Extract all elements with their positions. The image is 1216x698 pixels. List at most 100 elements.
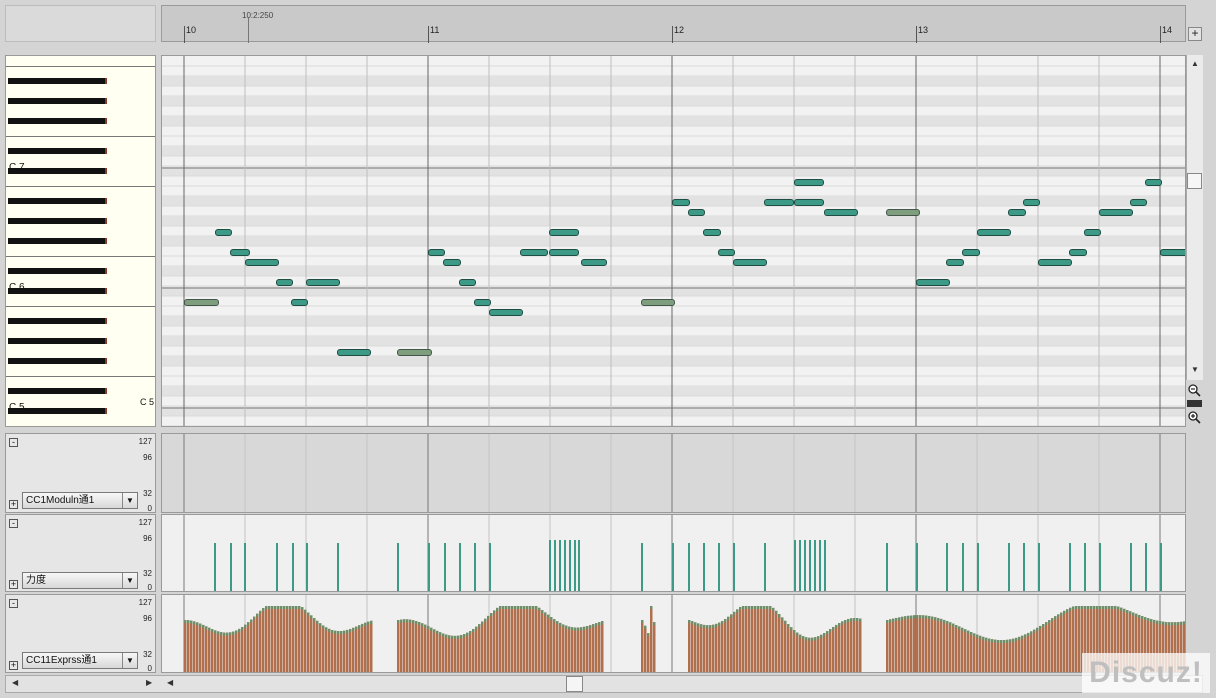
velocity-bar	[819, 540, 821, 591]
midi-note[interactable]	[1160, 249, 1185, 256]
midi-note[interactable]	[1130, 199, 1147, 206]
midi-note-selected[interactable]	[886, 209, 920, 216]
collapse-lane-button[interactable]: -	[9, 519, 18, 528]
add-lane-button[interactable]: +	[1188, 27, 1202, 41]
midi-note[interactable]	[306, 279, 340, 286]
midi-note[interactable]	[549, 249, 579, 256]
expression-bar-cap	[976, 634, 979, 638]
controller-select[interactable]: CC11Exprss通1 ▼	[22, 652, 138, 669]
cc11-expression-lane[interactable]	[161, 594, 1186, 673]
midi-note[interactable]	[245, 259, 279, 266]
black-key[interactable]	[8, 198, 107, 204]
vertical-scroll-thumb[interactable]	[1187, 173, 1202, 189]
black-key[interactable]	[8, 218, 107, 224]
horizontal-scroll-thumb[interactable]	[566, 676, 583, 692]
add-lane-small-button[interactable]: +	[9, 661, 18, 670]
add-lane-small-button[interactable]: +	[9, 500, 18, 509]
midi-note[interactable]	[703, 229, 721, 236]
expression-bar-cap	[715, 623, 718, 627]
expression-bar-cap	[1057, 614, 1060, 618]
controller-select[interactable]: 力度 ▼	[22, 572, 138, 589]
black-key[interactable]	[8, 98, 107, 104]
expression-bar-cap	[772, 607, 775, 611]
midi-note[interactable]	[962, 249, 980, 256]
midi-note[interactable]	[916, 279, 950, 286]
time-ruler[interactable]: 10:2:250 10 11 12 13 14	[161, 5, 1186, 43]
midi-note[interactable]	[230, 249, 250, 256]
scroll-down-arrow-icon[interactable]: ▼	[1191, 365, 1199, 374]
midi-note[interactable]	[1099, 209, 1133, 216]
zoom-slider[interactable]	[1187, 400, 1202, 407]
black-key[interactable]	[8, 148, 107, 154]
midi-note[interactable]	[824, 209, 858, 216]
scroll-left-arrow-icon[interactable]: ◀	[167, 678, 173, 687]
controller-select[interactable]: CC1Moduln通1 ▼	[22, 492, 138, 509]
midi-note-selected[interactable]	[641, 299, 675, 306]
midi-note[interactable]	[718, 249, 735, 256]
collapse-lane-button[interactable]: -	[9, 438, 18, 447]
midi-note[interactable]	[443, 259, 461, 266]
zoom-out-icon[interactable]	[1188, 384, 1201, 397]
midi-note[interactable]	[474, 299, 491, 306]
expression-bar-cap	[781, 617, 784, 621]
expression-bar-cap	[223, 632, 226, 636]
black-key[interactable]	[8, 338, 107, 344]
midi-note[interactable]	[946, 259, 964, 266]
octave-label: C 7	[9, 162, 25, 173]
velocity-lane[interactable]	[161, 514, 1186, 592]
scroll-left-arrow-icon[interactable]: ◀	[12, 678, 18, 687]
scroll-up-arrow-icon[interactable]: ▲	[1191, 59, 1199, 68]
midi-note[interactable]	[1145, 179, 1162, 186]
midi-note[interactable]	[520, 249, 548, 256]
vertical-scrollbar[interactable]: ▲ ▼	[1186, 55, 1203, 380]
midi-note-selected[interactable]	[184, 299, 219, 306]
midi-note[interactable]	[581, 259, 607, 266]
expression-bar	[577, 627, 580, 672]
black-key[interactable]	[8, 238, 107, 244]
midi-note[interactable]	[1008, 209, 1026, 216]
black-key[interactable]	[8, 388, 107, 394]
midi-note[interactable]	[337, 349, 371, 356]
expression-bar-cap	[817, 636, 820, 640]
scale-min: 0	[147, 664, 152, 673]
midi-note[interactable]	[1084, 229, 1101, 236]
midi-note[interactable]	[215, 229, 232, 236]
expression-bar-cap	[301, 607, 304, 611]
scroll-right-arrow-icon[interactable]: ▶	[146, 678, 152, 687]
midi-note[interactable]	[489, 309, 523, 316]
midi-note[interactable]	[549, 229, 579, 236]
piano-keyboard[interactable]: C 7 C 6 C 5 C 5	[5, 55, 156, 427]
zoom-in-icon[interactable]	[1188, 411, 1201, 424]
midi-note[interactable]	[428, 249, 445, 256]
black-key[interactable]	[8, 358, 107, 364]
midi-note[interactable]	[688, 209, 705, 216]
expression-bar	[415, 621, 418, 672]
note-grid[interactable]	[161, 55, 1186, 427]
midi-note[interactable]	[794, 199, 824, 206]
midi-note[interactable]	[1069, 249, 1087, 256]
midi-note-selected[interactable]	[397, 349, 432, 356]
midi-note[interactable]	[459, 279, 476, 286]
horizontal-scrollbar[interactable]: ◀ ▶ ◀	[5, 675, 1203, 693]
midi-note[interactable]	[977, 229, 1011, 236]
black-key[interactable]	[8, 78, 107, 84]
black-key[interactable]	[8, 318, 107, 324]
expression-bar-cap	[556, 621, 559, 625]
expression-bar-cap	[430, 627, 433, 631]
cc1-modulation-lane[interactable]	[161, 433, 1186, 513]
midi-note[interactable]	[794, 179, 824, 186]
midi-note[interactable]	[1023, 199, 1040, 206]
midi-note[interactable]	[291, 299, 308, 306]
midi-note[interactable]	[764, 199, 794, 206]
expression-bar-cap	[493, 610, 496, 614]
velocity-bar	[764, 543, 766, 591]
midi-note[interactable]	[733, 259, 767, 266]
midi-note[interactable]	[672, 199, 690, 206]
midi-note[interactable]	[1038, 259, 1072, 266]
black-key[interactable]	[8, 118, 107, 124]
add-lane-small-button[interactable]: +	[9, 580, 18, 589]
collapse-lane-button[interactable]: -	[9, 599, 18, 608]
playhead-marker[interactable]	[248, 18, 249, 43]
black-key[interactable]	[8, 268, 107, 274]
midi-note[interactable]	[276, 279, 293, 286]
